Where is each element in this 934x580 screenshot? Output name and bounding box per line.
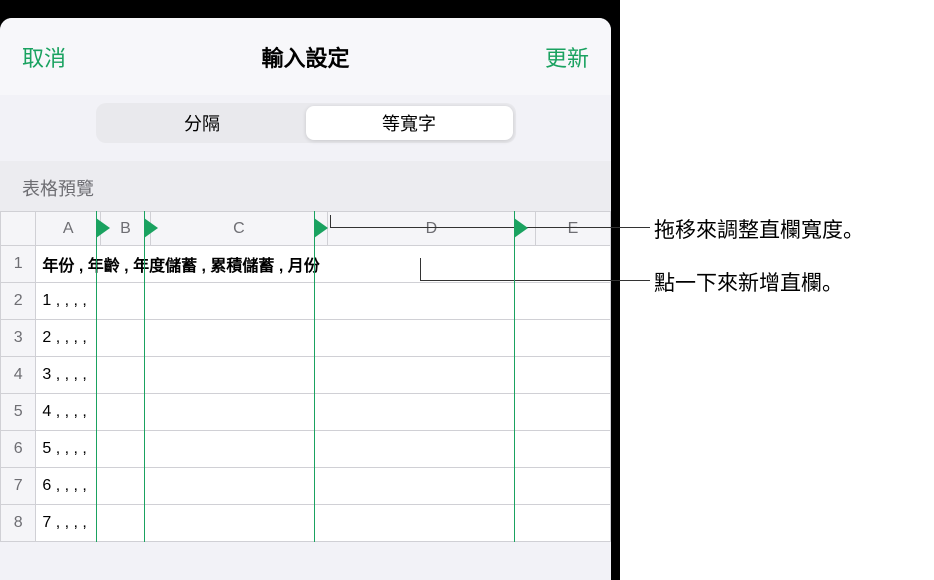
row-number: 1 (1, 246, 36, 283)
callout-panel: 拖移來調整直欄寬度。 點一下來新增直欄。 (620, 0, 934, 580)
col-header-D[interactable]: D (327, 212, 535, 246)
row-content[interactable]: 1 , , , , (36, 283, 611, 320)
col-header-C[interactable]: C (150, 212, 327, 246)
import-settings-sheet: 取消 輸入設定 更新 分隔 等寬字 表格預覽 A B C D E (0, 18, 611, 580)
sheet-header: 取消 輸入設定 更新 (0, 18, 611, 95)
layout-segmented-control[interactable]: 分隔 等寬字 (96, 103, 516, 143)
row-number: 7 (1, 468, 36, 505)
table-row: 6 5 , , , , (1, 431, 611, 468)
segment-fixed-width[interactable]: 等寬字 (306, 106, 513, 140)
callout-drag-text: 拖移來調整直欄寬度。 (654, 214, 864, 244)
row-content[interactable]: 年份 , 年齡 , 年度儲蓄 , 累積儲蓄 , 月份 (36, 246, 611, 283)
update-button[interactable]: 更新 (545, 41, 589, 73)
col-header-A[interactable]: A (36, 212, 101, 246)
row-number: 4 (1, 357, 36, 394)
row-content[interactable]: 5 , , , , (36, 431, 611, 468)
row-content[interactable]: 6 , , , , (36, 468, 611, 505)
row-content[interactable]: 4 , , , , (36, 394, 611, 431)
row-content[interactable]: 3 , , , , (36, 357, 611, 394)
callout-tap-text: 點一下來新增直欄。 (654, 267, 843, 297)
table-row: 7 6 , , , , (1, 468, 611, 505)
callout-leader-line (330, 227, 650, 228)
row-number: 5 (1, 394, 36, 431)
column-drag-handle-icon[interactable] (96, 218, 110, 238)
column-drag-handle-icon[interactable] (514, 218, 528, 238)
table-row: 1 年份 , 年齡 , 年度儲蓄 , 累積儲蓄 , 月份 (1, 246, 611, 283)
column-drag-handle-icon[interactable] (144, 218, 158, 238)
callout-leader-line (420, 258, 421, 280)
table-row: 3 2 , , , , (1, 320, 611, 357)
row-number: 3 (1, 320, 36, 357)
table-row: 4 3 , , , , (1, 357, 611, 394)
row-content[interactable]: 2 , , , , (36, 320, 611, 357)
table-row: 2 1 , , , , (1, 283, 611, 320)
table-preview[interactable]: A B C D E 1 年份 , 年齡 , 年度儲蓄 , 累積儲蓄 , 月份 2… (0, 211, 611, 542)
sheet-title: 輸入設定 (261, 41, 349, 73)
row-number: 8 (1, 505, 36, 542)
column-drag-handle-icon[interactable] (314, 218, 328, 238)
corner-cell (1, 212, 36, 246)
preview-grid: A B C D E 1 年份 , 年齡 , 年度儲蓄 , 累積儲蓄 , 月份 2… (0, 211, 611, 542)
row-number: 2 (1, 283, 36, 320)
section-label-preview: 表格預覽 (0, 161, 611, 211)
table-row: 5 4 , , , , (1, 394, 611, 431)
cancel-button[interactable]: 取消 (22, 41, 66, 73)
row-content[interactable]: 7 , , , , (36, 505, 611, 542)
col-header-E[interactable]: E (536, 212, 611, 246)
callout-leader-line (330, 215, 331, 227)
row-number: 6 (1, 431, 36, 468)
table-row: 8 7 , , , , (1, 505, 611, 542)
callout-leader-line (420, 280, 650, 281)
segment-delimited[interactable]: 分隔 (99, 106, 306, 140)
